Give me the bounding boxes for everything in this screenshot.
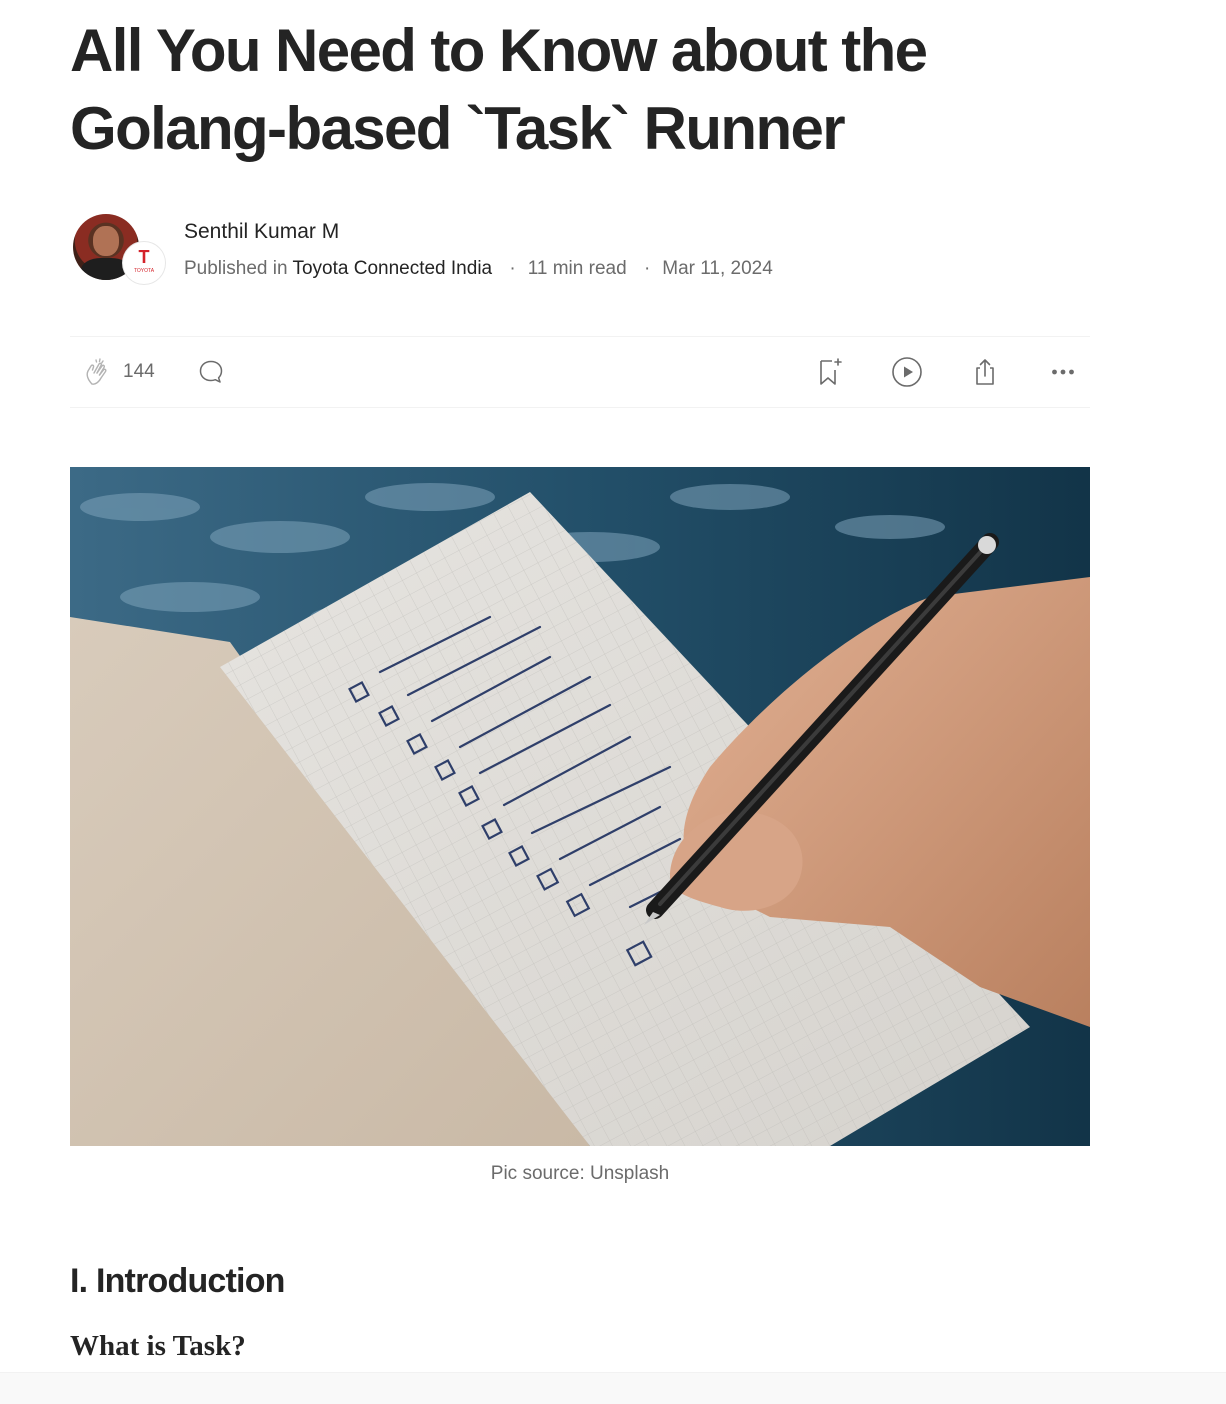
image-caption: Pic source: Unsplash xyxy=(490,1163,670,1184)
bottom-bar xyxy=(0,1372,1226,1404)
clap-count: 144 xyxy=(123,361,155,382)
read-time: 11 min read xyxy=(527,258,627,279)
action-bar: 144 xyxy=(70,336,1090,408)
more-horizontal-icon xyxy=(1052,369,1074,375)
author-name[interactable]: Senthil Kumar M xyxy=(184,220,339,244)
section-heading: I. Introduction xyxy=(70,1262,285,1300)
subheading: What is Task? xyxy=(70,1330,246,1362)
article-page: All You Need to Know about the Golang-ba… xyxy=(0,0,1226,1404)
save-button[interactable] xyxy=(811,354,847,390)
clap-icon xyxy=(86,358,107,385)
more-button[interactable] xyxy=(1045,354,1081,390)
avatar-face xyxy=(93,226,119,256)
comment-button[interactable] xyxy=(193,354,229,390)
play-circle-icon xyxy=(892,357,922,387)
title-line-2: Golang-based `Task` Runner xyxy=(70,95,846,162)
listen-button[interactable] xyxy=(889,354,925,390)
comment-icon xyxy=(199,360,223,383)
publish-date: Mar 11, 2024 xyxy=(662,258,773,279)
byline: T TOYOTA Senthil Kumar M Published in To… xyxy=(70,212,1090,284)
publication-avatar[interactable]: T TOYOTA xyxy=(123,242,165,284)
publication-logo-letter: T xyxy=(138,247,150,267)
publication-link[interactable]: Toyota Connected India xyxy=(292,258,492,279)
meta-separator: · xyxy=(509,258,516,279)
bookmark-add-icon xyxy=(820,358,842,385)
article-title: All You Need to Know about the Golang-ba… xyxy=(70,12,1110,168)
title-line-1: All You Need to Know about the xyxy=(70,17,928,84)
hero-image xyxy=(70,467,1090,1146)
meta-separator: · xyxy=(643,258,651,279)
notebook-checklist-image xyxy=(70,467,1090,1146)
share-button[interactable] xyxy=(967,354,1003,390)
clap-button[interactable] xyxy=(80,354,116,390)
byline-meta: Published in Toyota Connected India · 11 … xyxy=(184,258,773,280)
publication-logo-text: TOYOTA xyxy=(133,268,155,274)
share-icon xyxy=(976,359,994,385)
published-in-label: Published in xyxy=(184,258,288,279)
